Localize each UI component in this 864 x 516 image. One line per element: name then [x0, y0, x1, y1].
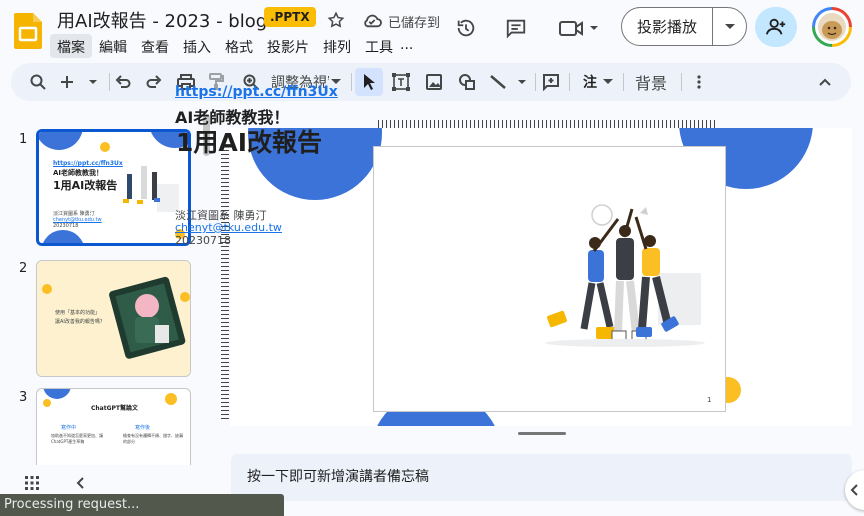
slide-canvas[interactable] — [230, 128, 852, 426]
menu-more[interactable]: ... — [400, 34, 420, 58]
history-icon[interactable] — [453, 15, 479, 41]
menu-view[interactable]: 查看 — [134, 34, 176, 58]
menu-edit[interactable]: 編輯 — [92, 34, 134, 58]
slide-thumbnail-1[interactable]: https://ppt.cc/ffn3Ux AI老師教教我！ 1用AI改報告 淡… — [36, 129, 191, 246]
line-tool-button[interactable] — [487, 70, 529, 94]
comment-icon[interactable] — [503, 15, 529, 41]
document-title[interactable]: 用AI改報告 - 2023 - blog — [57, 7, 267, 33]
toolbar: 調整為視窗 注 背景 — [11, 63, 851, 101]
slide-title[interactable]: 1用AI改報告 — [176, 123, 322, 159]
present-label[interactable]: 投影播放 — [622, 16, 712, 37]
undo-icon[interactable] — [111, 70, 135, 94]
slide-number: 3 — [19, 390, 28, 405]
slide-thumbnail-2[interactable]: 使用「基本的功能」 讓AI改善我的報告嗎？ — [36, 260, 191, 377]
speaker-notes-placeholder: 按一下即可新增演講者備忘稿 — [247, 469, 429, 485]
present-button[interactable]: 投影播放 — [621, 7, 747, 46]
menu-slide[interactable]: 投影片 — [260, 34, 316, 58]
saved-status: 已儲存到 — [388, 16, 441, 31]
slide-page-number: 1 — [707, 396, 712, 404]
collapse-toolbar-icon[interactable] — [813, 70, 837, 94]
meet-video-icon[interactable] — [556, 15, 600, 41]
cursor-arrow-icon — [364, 74, 375, 90]
teamwork-illustration — [545, 204, 705, 347]
slide-date[interactable]: 20230718 — [175, 234, 231, 247]
slide-number: 1 — [19, 132, 28, 147]
share-button[interactable] — [755, 7, 797, 47]
collapse-filmstrip-icon[interactable] — [70, 472, 90, 494]
insert-special-button[interactable]: 注 — [577, 70, 619, 94]
add-person-icon — [765, 18, 786, 35]
notes-resize-handle[interactable] — [518, 432, 566, 435]
search-icon[interactable] — [26, 70, 50, 94]
file-format-badge: .PPTX — [264, 7, 316, 27]
chevron-down-icon[interactable] — [713, 23, 746, 31]
slide-email-link[interactable]: chenyt@tku.edu.tw — [175, 221, 282, 234]
shape-icon[interactable] — [455, 70, 479, 94]
image-icon[interactable] — [422, 70, 446, 94]
text-box-icon[interactable] — [389, 70, 413, 94]
menu-format[interactable]: 格式 — [218, 34, 260, 58]
avatar[interactable] — [812, 7, 852, 47]
redo-icon[interactable] — [142, 70, 166, 94]
slides-editor: 用AI改報告 - 2023 - blog .PPTX 已儲存到 投影播放 檔案 … — [0, 0, 864, 516]
background-button[interactable]: 背景 — [631, 70, 671, 94]
cloud-saved-icon[interactable] — [360, 9, 384, 31]
processing-status: Processing request... — [0, 494, 284, 516]
vertical-ruler[interactable] — [221, 150, 229, 420]
more-options-icon[interactable] — [687, 70, 711, 94]
new-slide-button[interactable] — [59, 70, 101, 94]
horizontal-ruler[interactable] — [378, 120, 718, 128]
menu-bar: 檔案 編輯 查看 插入 格式 投影片 排列 工具 ... — [50, 34, 420, 58]
add-comment-icon[interactable] — [539, 70, 563, 94]
chevron-left-icon — [850, 484, 858, 496]
menu-arrange[interactable]: 排列 — [316, 34, 358, 58]
slide-number: 2 — [19, 261, 28, 276]
menu-tools[interactable]: 工具 — [358, 34, 400, 58]
chevron-down-icon — [603, 79, 613, 84]
menu-insert[interactable]: 插入 — [176, 34, 218, 58]
speaker-notes[interactable]: 按一下即可新增演講者備忘稿 — [231, 454, 852, 501]
star-icon[interactable] — [325, 9, 347, 31]
grid-view-icon[interactable] — [21, 472, 43, 494]
select-tool-button[interactable] — [355, 68, 383, 96]
line-icon — [490, 75, 526, 89]
menu-file[interactable]: 檔案 — [50, 34, 92, 58]
slide-link[interactable]: https://ppt.cc/ffn3Ux — [175, 84, 338, 100]
slides-app-icon[interactable] — [14, 13, 42, 49]
slide-thumbnail-3[interactable]: ChatGPT幫論文 寫作中 寫作後 協助進不知道怎麼寫更加、讓ChatGPT產… — [36, 388, 191, 468]
user-avatar-icon — [818, 13, 846, 41]
